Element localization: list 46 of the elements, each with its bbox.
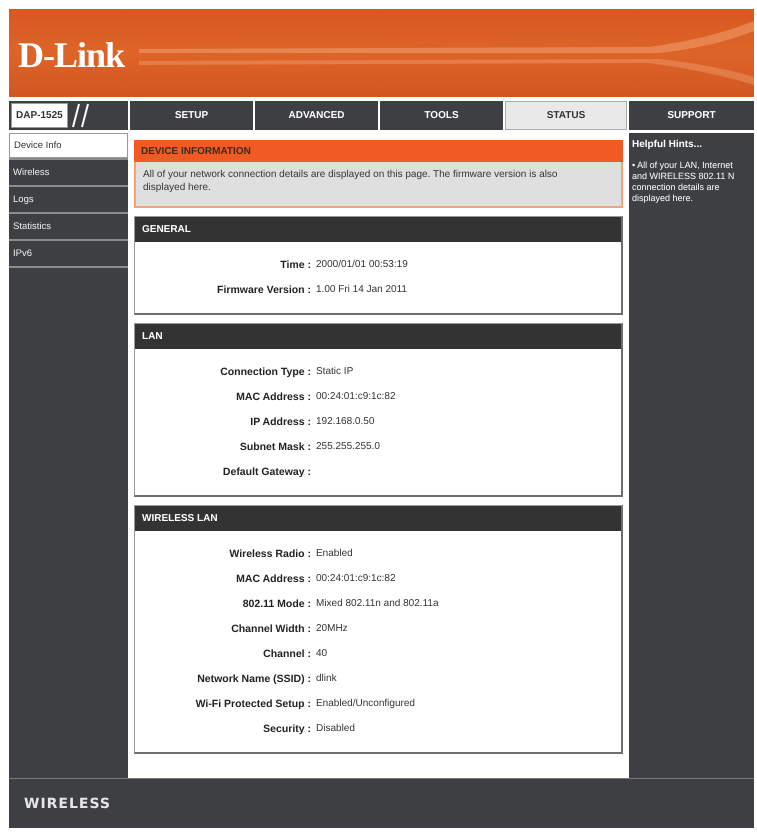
field-label: Wi-Fi Protected Setup : xyxy=(196,698,311,710)
hints-title: Helpful Hints... xyxy=(632,139,702,150)
field-value: Enabled xyxy=(316,548,353,559)
section-title-bar: DEVICE INFORMATION xyxy=(134,140,623,162)
field-value: 00:24:01:c9:1c:82 xyxy=(316,391,396,402)
field-value: Static IP xyxy=(316,366,354,377)
panel-title-bar: LAN xyxy=(135,324,621,349)
field-value: 192.168.0.50 xyxy=(316,416,374,427)
field-label: Connection Type : xyxy=(220,366,311,378)
field-label: Wireless Radio : xyxy=(229,548,311,560)
field-value: dlink xyxy=(316,673,337,684)
field-value: Disabled xyxy=(316,723,355,734)
field-label: 802.11 Mode : xyxy=(242,598,311,610)
field-label: Default Gateway : xyxy=(222,466,311,478)
field-value: 1.00 Fri 14 Jan 2011 xyxy=(316,284,407,295)
nav-tab[interactable]: SETUP xyxy=(130,101,253,130)
hint-text: • All of your LAN, Internet and WIRELESS 802.11 N connection details are displayed here. xyxy=(632,160,736,204)
field-value: 00:24:01:c9:1c:82 xyxy=(316,573,396,584)
field-value: Mixed 802.11n and 802.11a xyxy=(316,598,439,609)
sidebar-item[interactable]: Device Info xyxy=(9,133,128,158)
brand-logo: D-Link xyxy=(18,34,124,76)
field-label: Network Name (SSID) : xyxy=(197,672,311,684)
field-label: Security : xyxy=(263,722,311,734)
field-value: 20MHz xyxy=(316,623,348,634)
field-label: Subnet Mask : xyxy=(240,440,311,452)
field-label: IP Address : xyxy=(250,416,311,428)
field-label: Channel : xyxy=(263,648,311,660)
nav-tab[interactable]: TOOLS xyxy=(380,101,503,130)
field-label: Channel Width : xyxy=(231,622,311,634)
field-value: 255.255.255.0 xyxy=(316,441,380,452)
nav-tab[interactable]: STATUS xyxy=(505,101,627,130)
double-slash-icon xyxy=(70,103,91,128)
field-value: Enabled/Unconfigured xyxy=(316,698,415,709)
field-value: 2000/01/01 00:53:19 xyxy=(316,259,408,270)
field-value: 40 xyxy=(316,648,328,659)
model-name: DAP-1525 xyxy=(11,103,68,128)
nav-tab[interactable]: ADVANCED xyxy=(255,101,378,130)
field-label: MAC Address : xyxy=(236,390,311,402)
panel-title-bar: GENERAL xyxy=(135,217,621,242)
field-label: MAC Address : xyxy=(236,572,311,584)
panel-title-bar: WIRELESS LAN xyxy=(135,506,621,531)
nav-tab[interactable]: SUPPORT xyxy=(629,101,754,130)
field-label: Firmware Version : xyxy=(217,284,311,296)
footer-brand: WIRELESS xyxy=(24,796,112,812)
intro-text: All of your network connection details are displayed on this page. The firmware version is also displayed here. xyxy=(134,162,623,208)
field-label: Time : xyxy=(280,258,311,270)
